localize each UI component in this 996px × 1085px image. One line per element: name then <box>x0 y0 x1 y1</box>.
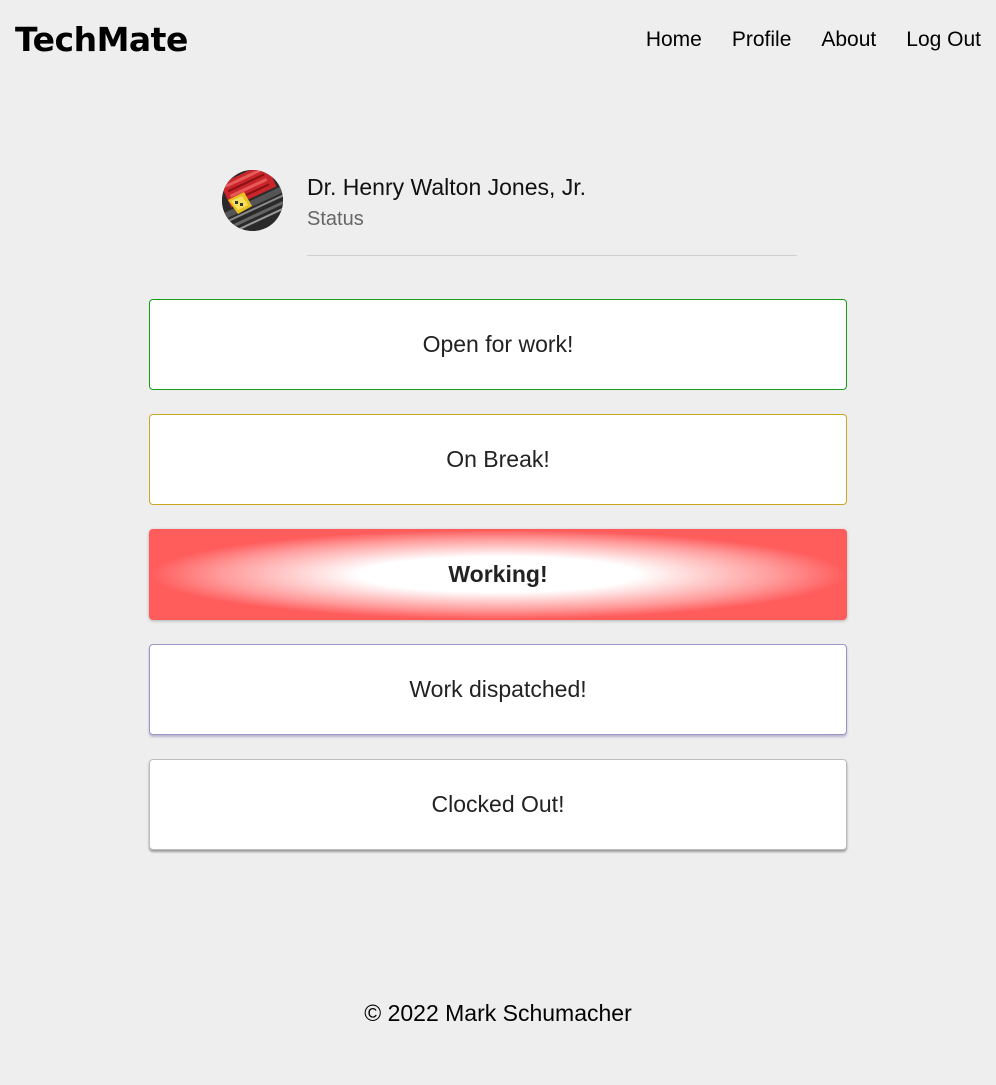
circuit-board-avatar-icon <box>222 170 283 231</box>
status-label: Status <box>307 208 364 230</box>
brand-logo[interactable]: TechMate <box>15 19 188 61</box>
nav-link-logout[interactable]: Log Out <box>906 26 981 54</box>
avatar <box>222 170 283 231</box>
status-button-clocked-out[interactable]: Clocked Out! <box>149 759 847 850</box>
user-name: Dr. Henry Walton Jones, Jr. <box>307 174 587 200</box>
nav-link-about[interactable]: About <box>821 26 876 54</box>
status-button-working[interactable]: Working! <box>149 529 847 620</box>
navbar: TechMate Home Profile About Log Out <box>0 0 996 80</box>
status-button-break[interactable]: On Break! <box>149 414 847 505</box>
nav-link-profile[interactable]: Profile <box>732 26 792 54</box>
footer-copyright: © 2022 Mark Schumacher <box>364 1000 632 1026</box>
status-button-dispatched[interactable]: Work dispatched! <box>149 644 847 735</box>
divider <box>307 255 797 256</box>
status-button-open[interactable]: Open for work! <box>149 299 847 390</box>
nav-links: Home Profile About Log Out <box>646 26 981 54</box>
nav-link-home[interactable]: Home <box>646 26 702 54</box>
profile-header: Dr. Henry Walton Jones, Jr. Status <box>222 170 798 260</box>
